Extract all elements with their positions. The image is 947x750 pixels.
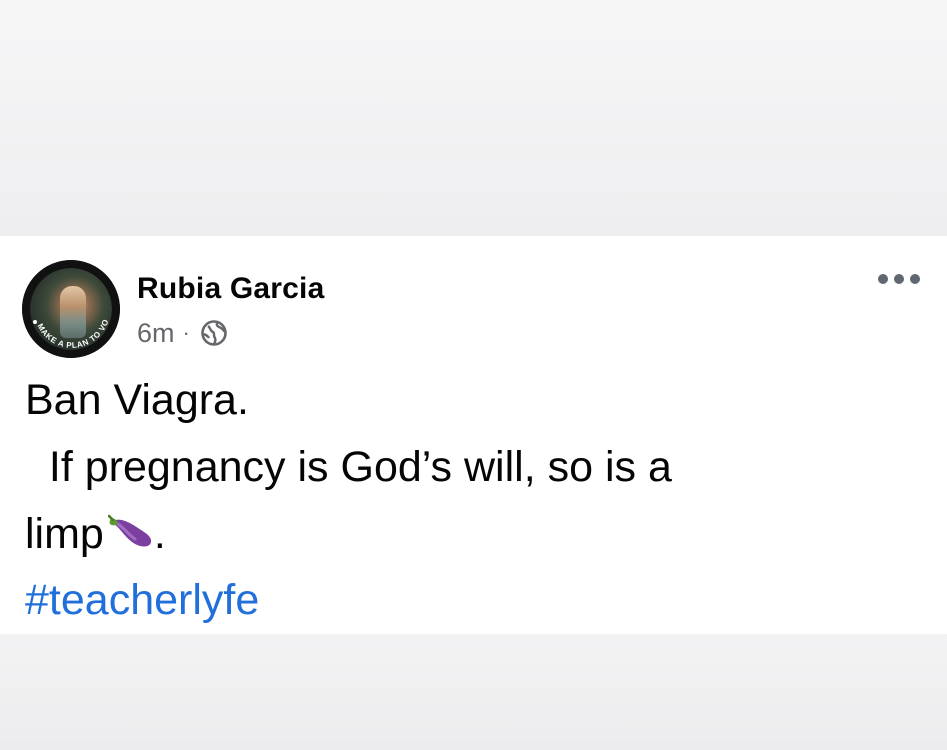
more-options-button[interactable] [878, 272, 920, 286]
post-timestamp[interactable]: 6m [137, 318, 175, 349]
post-card: MAKE A PLAN TO VOTE Rubia Garcia 6m · Ba… [0, 236, 947, 634]
post-body: Ban Viagra. If pregnancy is God’s will, … [25, 367, 905, 568]
more-horizontal-icon-dot [894, 274, 904, 284]
globe-icon[interactable] [200, 319, 228, 347]
hashtag-link[interactable]: #teacherlyfe [25, 572, 259, 628]
more-horizontal-icon-dot [910, 274, 920, 284]
post-text-line-3: limp . [25, 510, 166, 558]
author-name[interactable]: Rubia Garcia [137, 272, 324, 306]
avatar[interactable]: MAKE A PLAN TO VOTE [22, 260, 120, 358]
post-text-line-2: If pregnancy is God’s will, so is a [25, 443, 672, 491]
eggplant-icon [107, 514, 151, 547]
top-blank-area [0, 0, 947, 236]
post-text-word: limp [25, 510, 104, 558]
post-text-line-1: Ban Viagra. [25, 376, 249, 424]
meta-separator: · [182, 320, 190, 345]
more-horizontal-icon-dot [878, 274, 888, 284]
post-text-period: . [153, 510, 166, 558]
post-meta: 6m · [137, 318, 228, 348]
avatar-vote-frame: MAKE A PLAN TO VOTE [22, 260, 120, 358]
bottom-blank-area [0, 634, 947, 750]
